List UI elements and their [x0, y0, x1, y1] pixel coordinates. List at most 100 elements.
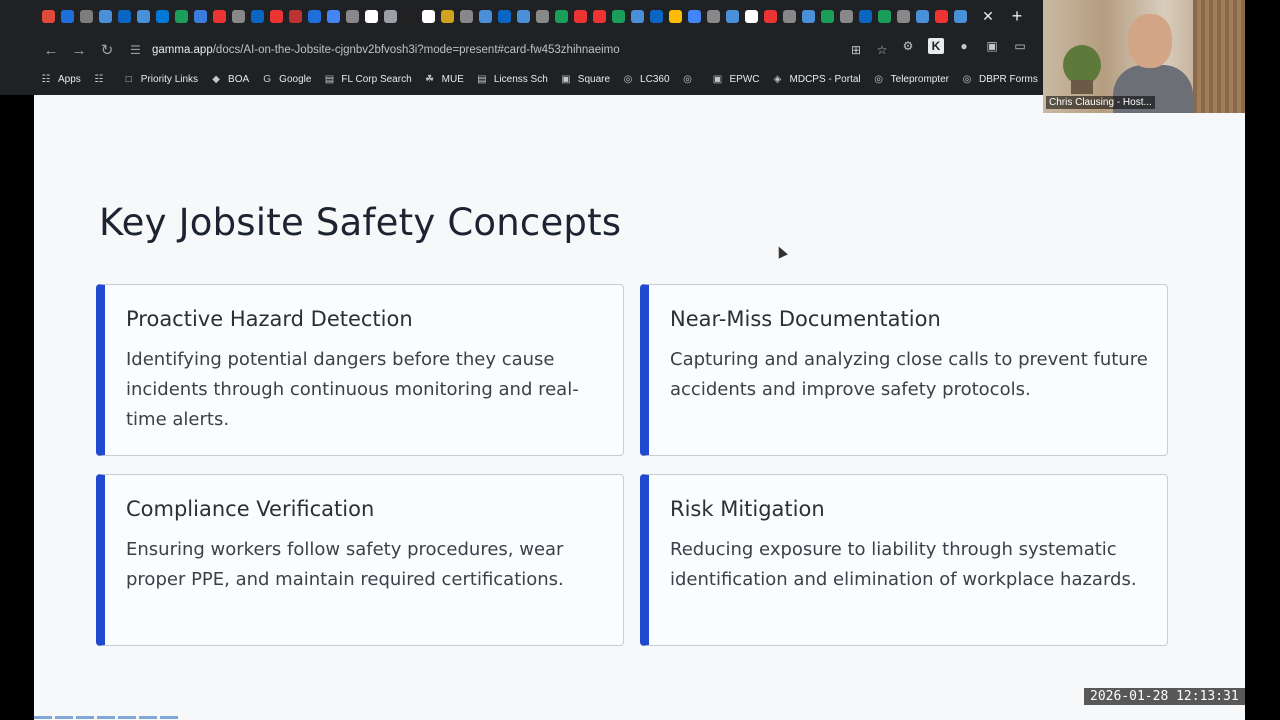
tab-favicon-icon[interactable]: [289, 9, 302, 23]
install-app-icon[interactable]: ⊞: [848, 42, 864, 58]
url-host: gamma.app: [152, 44, 213, 56]
tab-favicon-icon[interactable]: [878, 9, 891, 23]
tab-favicon-icon[interactable]: [935, 9, 948, 23]
tab-favicon-icon[interactable]: [213, 9, 226, 23]
puzzle-icon[interactable]: ▣: [984, 38, 1000, 54]
tab-favicon-icon[interactable]: [156, 9, 169, 23]
tab-favicon-icon[interactable]: [802, 9, 815, 23]
tab-favicon-icon[interactable]: [726, 9, 739, 23]
forward-icon[interactable]: →: [65, 36, 93, 64]
bookmark-item[interactable]: ☷: [93, 73, 111, 85]
tab-favicon-icon[interactable]: [137, 9, 150, 23]
tab-favicon-icon[interactable]: [308, 9, 321, 23]
bookmark-item[interactable]: ▤ Licenss Sch: [476, 73, 548, 85]
tab-favicon-icon[interactable]: [897, 9, 910, 23]
tab-favicon-icon[interactable]: [650, 9, 663, 23]
slide-progress-bar: [34, 716, 178, 720]
card-body: Identifying potential dangers before the…: [126, 349, 579, 430]
bookmark-item[interactable]: □ Priority Links: [123, 73, 198, 85]
tab-favicon-icon[interactable]: [954, 9, 967, 23]
bookmark-item[interactable]: ☘ MUE: [424, 73, 464, 85]
k-extension-icon[interactable]: K: [928, 38, 944, 54]
bookmark-item[interactable]: ◎ Teleprompter: [873, 73, 949, 85]
tab-favicon-icon[interactable]: [821, 9, 834, 23]
tab-favicon-icon[interactable]: [175, 9, 188, 23]
site-info-icon[interactable]: ☰: [130, 43, 152, 57]
tab-favicon-icon[interactable]: [232, 9, 245, 23]
bookmark-item[interactable]: ▣ Square: [560, 73, 610, 85]
tab-favicon-icon[interactable]: [61, 9, 74, 23]
bookmark-star-icon[interactable]: ☆: [874, 42, 890, 58]
tab-favicon-icon[interactable]: [745, 9, 758, 23]
tab-favicon-icon[interactable]: [688, 9, 701, 23]
tab-favicon-icon[interactable]: [441, 9, 454, 23]
tab-favicon-icon[interactable]: [99, 9, 112, 23]
tab-favicon-icon[interactable]: [859, 9, 872, 23]
bookmarks-bar: ☷ Apps ☷ □ Priority Links ◆ BOA G Google ▤ FL Corp…: [0, 68, 1045, 90]
bookmark-item[interactable]: ☷ Apps: [40, 73, 81, 85]
card-body: Ensuring workers follow safety procedure…: [126, 539, 564, 590]
reload-icon[interactable]: ↻: [93, 36, 121, 64]
google-icon: G: [263, 73, 272, 85]
apps-grid-icon: ☷: [41, 73, 51, 85]
tab-favicon-icon[interactable]: [669, 9, 682, 23]
tab-favicon-icon[interactable]: [479, 9, 492, 23]
bookmark-label: MDCPS - Portal: [789, 73, 861, 85]
tab-favicon-icon[interactable]: [346, 9, 359, 23]
bookmark-item[interactable]: G Google: [261, 73, 311, 85]
close-tab-icon[interactable]: ✕: [977, 8, 999, 25]
tab-favicon-icon[interactable]: [916, 9, 929, 23]
tab-favicon-icon[interactable]: [783, 9, 796, 23]
tab-strip[interactable]: ✕ +: [0, 0, 1045, 32]
tab-favicon-icon[interactable]: [536, 9, 549, 23]
video-plant: [1063, 45, 1101, 85]
tab-favicon-icon[interactable]: [422, 9, 435, 23]
card-title: Near-Miss Documentation: [670, 307, 941, 331]
bookmark-item[interactable]: ◎: [682, 73, 700, 85]
tab-favicon-icon[interactable]: [118, 9, 131, 23]
address-bar[interactable]: ☰ gamma.app/docs/AI-on-the-Jobsite-cjgnb…: [130, 38, 890, 62]
tab-favicon-icon[interactable]: [498, 9, 511, 23]
tab-favicon-icon[interactable]: [42, 9, 55, 23]
tab-favicon-icon[interactable]: [251, 9, 264, 23]
tab-favicon-icon[interactable]: [270, 9, 283, 23]
bookmark-item[interactable]: ◎ LC360: [622, 73, 670, 85]
slide-title: Key Jobsite Safety Concepts: [99, 201, 622, 244]
tab-favicon-icon[interactable]: [840, 9, 853, 23]
back-icon[interactable]: ←: [37, 36, 65, 64]
bookmark-label: Google: [279, 73, 312, 85]
tab-favicon-icon[interactable]: [764, 9, 777, 23]
card-body: Reducing exposure to liability through s…: [670, 539, 1137, 590]
tab-favicon-icon[interactable]: [460, 9, 473, 23]
globe-icon: ◎: [683, 73, 692, 85]
record-extension-icon[interactable]: ●: [956, 38, 972, 54]
bookmark-item[interactable]: ▤ FL Corp Search: [323, 73, 412, 85]
tab-favicon-icon[interactable]: [384, 9, 397, 23]
bookmark-label: BOA: [228, 73, 250, 85]
tab-favicon-icon[interactable]: [555, 9, 568, 23]
bookmark-item[interactable]: ▣ EPWC: [712, 73, 760, 85]
tab-favicon-icon[interactable]: [403, 9, 416, 23]
url-path: /docs/AI-on-the-Jobsite-cjgnbv2bfvosh3i?…: [212, 44, 620, 56]
tab-favicon-icon[interactable]: [365, 9, 378, 23]
presentation-slide: Key Jobsite Safety Concepts Proactive Ha…: [34, 95, 1245, 720]
bookmark-item[interactable]: ◎ DBPR Forms: [961, 73, 1038, 85]
tab-favicon-icon[interactable]: [593, 9, 606, 23]
new-tab-icon[interactable]: +: [1005, 6, 1029, 27]
bookmark-item[interactable]: ◆ BOA: [210, 73, 249, 85]
tab-favicon-icon[interactable]: [517, 9, 530, 23]
extensions-row: ⚙ K ● ▣ ▭: [900, 38, 1028, 54]
tab-favicon-icon[interactable]: [327, 9, 340, 23]
tab-favicon-icon[interactable]: [707, 9, 720, 23]
tab-favicon-icon[interactable]: [631, 9, 644, 23]
tab-favicon-icon[interactable]: [612, 9, 625, 23]
bookmark-item[interactable]: ◈ MDCPS - Portal: [772, 73, 861, 85]
tab-favicon-icon[interactable]: [80, 9, 93, 23]
tab-favicon-icon[interactable]: [194, 9, 207, 23]
tab-favicon-icon[interactable]: [574, 9, 587, 23]
sidepanel-icon[interactable]: ▭: [1012, 38, 1028, 54]
progress-segment: [76, 716, 94, 719]
extension-icon[interactable]: ⚙: [900, 38, 916, 54]
card-title: Risk Mitigation: [670, 497, 825, 521]
address-url[interactable]: gamma.app/docs/AI-on-the-Jobsite-cjgnbv2…: [152, 44, 620, 56]
